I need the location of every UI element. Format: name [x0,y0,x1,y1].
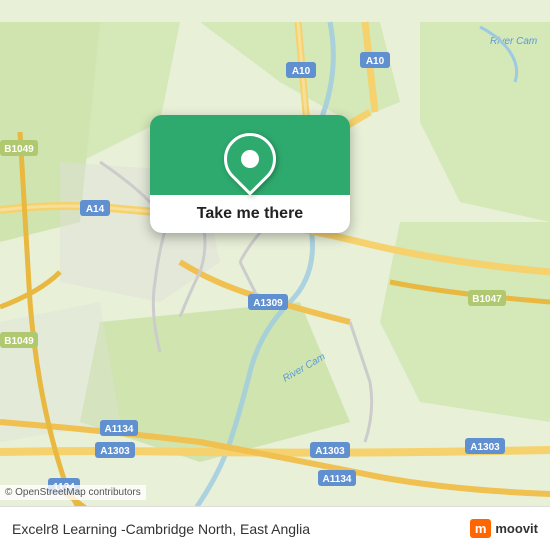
popup-icon-area [150,115,350,195]
attribution-text: © OpenStreetMap contributors [5,487,141,498]
popup-card[interactable]: Take me there [150,115,350,233]
info-bar: Excelr8 Learning -Cambridge North, East … [0,506,550,550]
osm-attribution: © OpenStreetMap contributors [0,485,146,500]
moovit-logo: m moovit [470,519,538,538]
location-name: Excelr8 Learning -Cambridge North, East … [12,521,310,537]
map-background [0,0,550,550]
moovit-m-icon: m [470,519,492,538]
moovit-text: moovit [495,521,538,536]
take-me-there-button[interactable]: Take me there [150,195,350,233]
location-pin-icon [213,122,287,196]
map-container: River Cam [0,0,550,550]
